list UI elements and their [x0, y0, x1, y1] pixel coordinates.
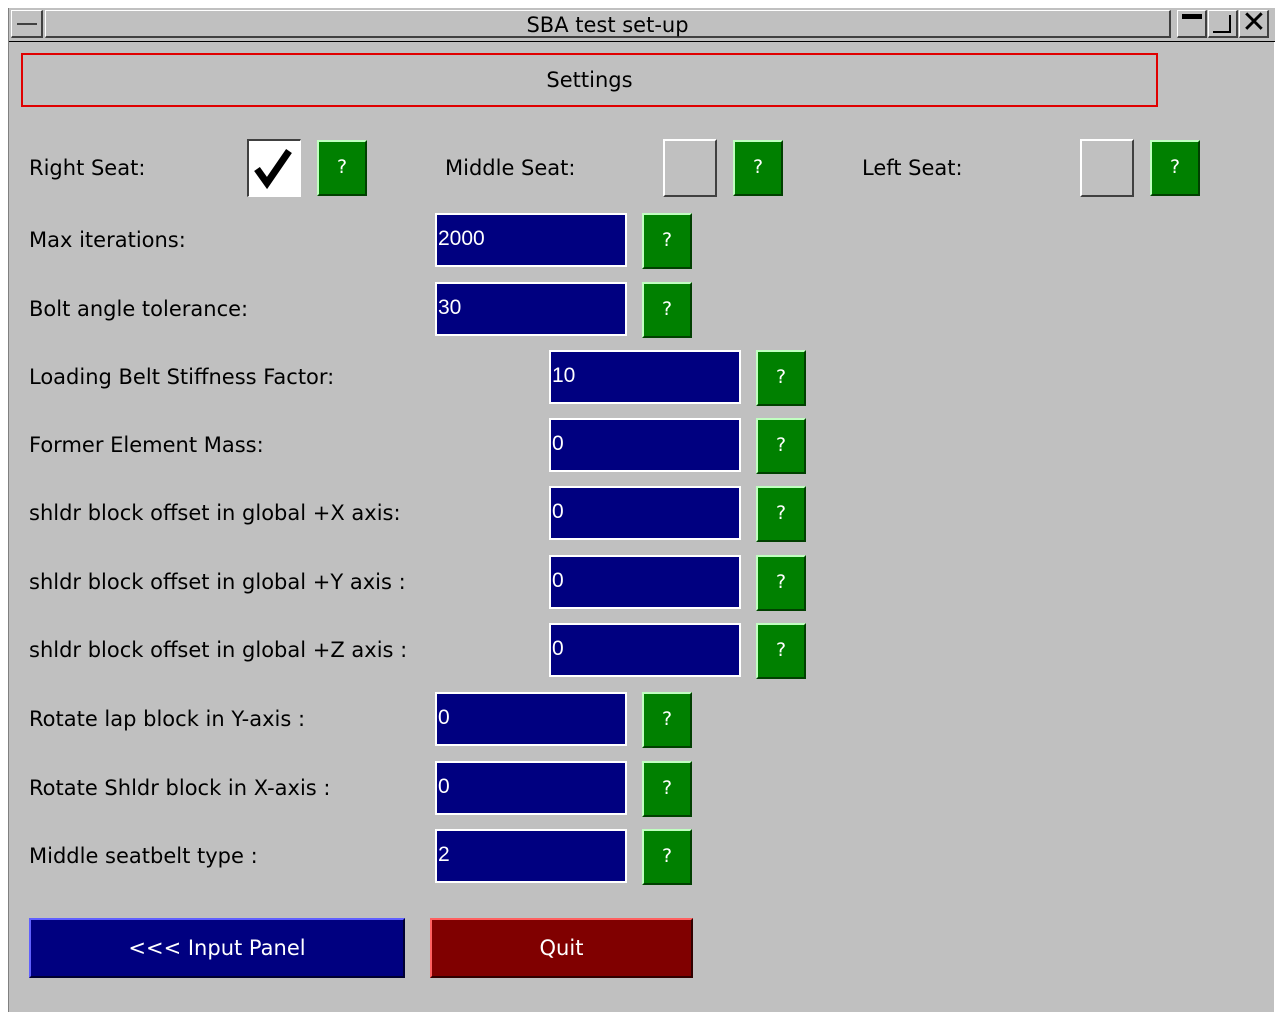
- dialog-window: SBA test set-up ✕ Settings Right Seat: ?…: [8, 8, 1275, 1012]
- rotate-shldr-label: Rotate Shldr block in X-axis :: [29, 776, 331, 800]
- offset-y-input[interactable]: 0: [549, 555, 741, 609]
- right-seat-checkbox[interactable]: [247, 139, 301, 197]
- belt-stiffness-input[interactable]: 10: [549, 350, 741, 404]
- max-iterations-label: Max iterations:: [29, 228, 186, 252]
- input-panel-button[interactable]: <<< Input Panel: [29, 918, 405, 978]
- settings-header: Settings: [21, 53, 1158, 107]
- middle-seat-help-button[interactable]: ?: [733, 140, 783, 196]
- system-menu-button[interactable]: [11, 10, 43, 38]
- belt-stiffness-label: Loading Belt Stiffness Factor:: [29, 365, 335, 389]
- left-seat-checkbox[interactable]: [1080, 139, 1134, 197]
- quit-button[interactable]: Quit: [430, 918, 693, 978]
- rotate-lap-value: 0: [438, 706, 450, 729]
- bolt-angle-value: 30: [438, 296, 462, 319]
- max-iterations-value: 2000: [438, 227, 485, 250]
- former-mass-value: 0: [552, 432, 564, 455]
- maximize-button[interactable]: [1208, 10, 1238, 38]
- offset-y-value: 0: [552, 569, 564, 592]
- minimize-icon: [1182, 14, 1202, 19]
- system-menu-icon: [17, 23, 37, 25]
- offset-x-help-button[interactable]: ?: [756, 486, 806, 542]
- middle-seat-label: Middle Seat:: [445, 156, 576, 180]
- minimize-button[interactable]: [1177, 10, 1207, 38]
- rotate-lap-input[interactable]: 0: [435, 692, 627, 746]
- checkmark-icon: [254, 149, 292, 190]
- right-seat-help-button[interactable]: ?: [317, 140, 367, 196]
- rotate-shldr-value: 0: [438, 775, 450, 798]
- offset-z-value: 0: [552, 637, 564, 660]
- offset-z-label: shldr block offset in global +Z axis :: [29, 638, 408, 662]
- offset-y-help-button[interactable]: ?: [756, 555, 806, 611]
- middle-seat-checkbox[interactable]: [663, 139, 717, 197]
- belt-stiffness-help-button[interactable]: ?: [756, 350, 806, 406]
- middle-type-input[interactable]: 2: [435, 829, 627, 883]
- close-icon: ✕: [1241, 5, 1267, 40]
- title-bar: SBA test set-up ✕: [9, 8, 1275, 42]
- former-mass-input[interactable]: 0: [549, 418, 741, 472]
- close-button[interactable]: ✕: [1239, 5, 1269, 40]
- offset-x-input[interactable]: 0: [549, 486, 741, 540]
- bolt-angle-label: Bolt angle tolerance:: [29, 297, 249, 321]
- rotate-lap-help-button[interactable]: ?: [642, 692, 692, 748]
- offset-x-label: shldr block offset in global +X axis:: [29, 501, 401, 525]
- bolt-angle-input[interactable]: 30: [435, 282, 627, 336]
- right-seat-label: Right Seat:: [29, 156, 146, 180]
- left-seat-label: Left Seat:: [862, 156, 963, 180]
- former-mass-label: Former Element Mass:: [29, 433, 264, 457]
- former-mass-help-button[interactable]: ?: [756, 418, 806, 474]
- left-seat-help-button[interactable]: ?: [1150, 140, 1200, 196]
- window-title: SBA test set-up: [45, 10, 1171, 38]
- middle-type-value: 2: [438, 843, 450, 866]
- rotate-shldr-help-button[interactable]: ?: [642, 761, 692, 817]
- offset-y-label: shldr block offset in global +Y axis :: [29, 570, 406, 594]
- belt-stiffness-value: 10: [552, 364, 576, 387]
- max-iterations-input[interactable]: 2000: [435, 213, 627, 267]
- rotate-lap-label: Rotate lap block in Y-axis :: [29, 707, 306, 731]
- middle-type-help-button[interactable]: ?: [642, 829, 692, 885]
- middle-type-label: Middle seatbelt type :: [29, 844, 258, 868]
- offset-z-input[interactable]: 0: [549, 623, 741, 677]
- max-iterations-help-button[interactable]: ?: [642, 213, 692, 269]
- maximize-icon: [1213, 15, 1231, 33]
- offset-z-help-button[interactable]: ?: [756, 623, 806, 679]
- offset-x-value: 0: [552, 500, 564, 523]
- bolt-angle-help-button[interactable]: ?: [642, 282, 692, 338]
- rotate-shldr-input[interactable]: 0: [435, 761, 627, 815]
